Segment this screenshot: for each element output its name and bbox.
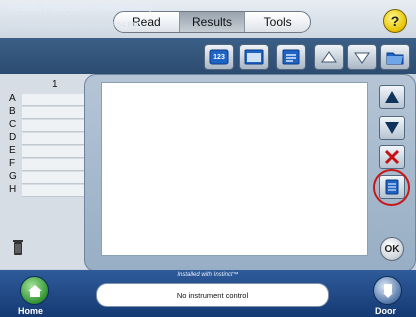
tab-tools[interactable]: Tools	[245, 12, 310, 32]
main-tabs: Read Results Tools	[113, 11, 311, 33]
row-label: D	[9, 132, 17, 143]
dialog-down-button[interactable]	[379, 116, 405, 140]
up-arrow-icon	[321, 51, 337, 63]
home-label: Home	[18, 306, 44, 316]
plate-number-icon: 123	[209, 49, 229, 65]
plate-well[interactable]	[22, 185, 88, 197]
plate-well[interactable]	[22, 159, 88, 171]
scroll-down-button[interactable]	[347, 44, 377, 70]
row-label: E	[9, 145, 16, 156]
open-folder-button[interactable]	[380, 44, 410, 70]
window-button[interactable]	[239, 44, 269, 70]
notes-icon	[282, 49, 300, 65]
row-label: G	[9, 171, 17, 182]
timestamp: Thursday, December 09, 2010 2:54 PM	[8, 20, 139, 29]
help-button[interactable]: ?	[383, 9, 407, 33]
door-button[interactable]	[373, 276, 402, 305]
plate-well[interactable]	[22, 172, 88, 184]
row-label: A	[9, 93, 16, 104]
plate-well[interactable]	[22, 107, 88, 119]
ok-label: OK	[384, 243, 400, 255]
instrument-status: No instrument control	[96, 283, 329, 307]
installed-with-label: Installed with Instinct™	[177, 272, 239, 278]
down-arrow-icon	[385, 122, 399, 134]
home-icon	[27, 284, 42, 297]
row-label: C	[9, 119, 17, 130]
down-arrow-icon	[354, 52, 370, 64]
dialog-up-button[interactable]	[379, 85, 405, 109]
trash-icon	[13, 240, 23, 255]
window-icon	[244, 49, 264, 65]
trash-button[interactable]	[12, 238, 24, 261]
door-label: Door	[375, 306, 396, 316]
svg-text:123: 123	[213, 54, 225, 61]
column-number: 1	[52, 79, 58, 90]
status-text: No instrument control	[176, 290, 249, 300]
row-label: H	[9, 184, 17, 195]
help-icon: ?	[390, 13, 400, 29]
row-label: B	[9, 106, 16, 117]
plate-number-button[interactable]: 123	[204, 44, 234, 70]
notes-button[interactable]	[276, 44, 306, 70]
row-label: F	[9, 158, 16, 169]
folder-icon	[386, 52, 404, 65]
scroll-up-button[interactable]	[314, 44, 344, 70]
door-icon	[382, 283, 393, 298]
plate-well[interactable]	[22, 146, 88, 158]
up-arrow-icon	[385, 91, 399, 103]
protocol-title: Results:Protocol(Luminescence)	[8, 3, 152, 14]
text-area[interactable]	[101, 82, 368, 256]
dialog-delete-button[interactable]	[379, 145, 405, 169]
ok-button[interactable]: OK	[380, 237, 404, 261]
plate-well[interactable]	[22, 120, 88, 132]
tab-results[interactable]: Results	[179, 12, 246, 32]
plate-well[interactable]	[22, 94, 88, 106]
delete-icon	[384, 149, 400, 165]
home-button[interactable]	[20, 276, 49, 305]
highlight-ring	[373, 169, 410, 206]
plate-well[interactable]	[22, 133, 88, 145]
